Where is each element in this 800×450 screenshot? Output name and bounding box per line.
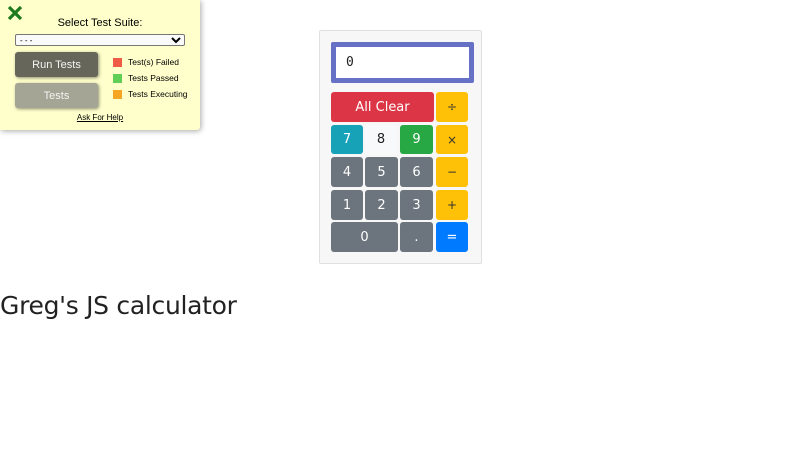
one-button[interactable]: 1 bbox=[331, 190, 363, 220]
divide-button[interactable]: ÷ bbox=[436, 92, 468, 122]
multiply-button[interactable]: × bbox=[436, 125, 468, 154]
four-button[interactable]: 4 bbox=[331, 157, 363, 187]
zero-button[interactable]: 0 bbox=[331, 222, 398, 252]
add-button[interactable]: + bbox=[436, 190, 468, 220]
tests-button[interactable]: Tests bbox=[15, 83, 98, 108]
test-suite-panel: Select Test Suite: - - - Run Tests Tests… bbox=[0, 0, 200, 130]
nine-button[interactable]: 9 bbox=[400, 125, 433, 154]
three-button[interactable]: 3 bbox=[400, 190, 433, 220]
legend-executing: Tests Executing bbox=[113, 89, 188, 99]
decimal-button[interactable]: . bbox=[400, 222, 433, 252]
six-button[interactable]: 6 bbox=[400, 157, 433, 187]
eight-button[interactable]: 8 bbox=[365, 125, 397, 154]
page-title: Greg's JS calculator bbox=[0, 291, 237, 320]
legend-passed: Tests Passed bbox=[113, 73, 179, 83]
legend-executing-label: Tests Executing bbox=[128, 89, 188, 99]
seven-button[interactable]: 7 bbox=[331, 125, 363, 154]
suite-label: Select Test Suite: bbox=[57, 17, 143, 29]
legend-failed: Test(s) Failed bbox=[113, 57, 179, 67]
legend-failed-label: Test(s) Failed bbox=[128, 57, 180, 67]
executing-swatch bbox=[113, 89, 122, 99]
equals-button[interactable]: = bbox=[436, 222, 468, 252]
failed-swatch bbox=[113, 57, 122, 67]
five-button[interactable]: 5 bbox=[365, 157, 398, 187]
ask-for-help-link[interactable]: Ask For Help bbox=[0, 113, 200, 122]
calculator: 0 All Clear ÷ 7 8 9 × 4 5 6 − 1 2 3 + 0 … bbox=[319, 30, 482, 264]
run-tests-button[interactable]: Run Tests bbox=[15, 52, 98, 77]
passed-swatch bbox=[113, 73, 122, 83]
legend-passed-label: Tests Passed bbox=[128, 73, 179, 83]
calculator-display: 0 bbox=[331, 42, 474, 83]
all-clear-button[interactable]: All Clear bbox=[331, 92, 434, 122]
test-suite-select[interactable]: - - - bbox=[15, 34, 185, 46]
two-button[interactable]: 2 bbox=[365, 190, 398, 220]
subtract-button[interactable]: − bbox=[436, 157, 468, 187]
